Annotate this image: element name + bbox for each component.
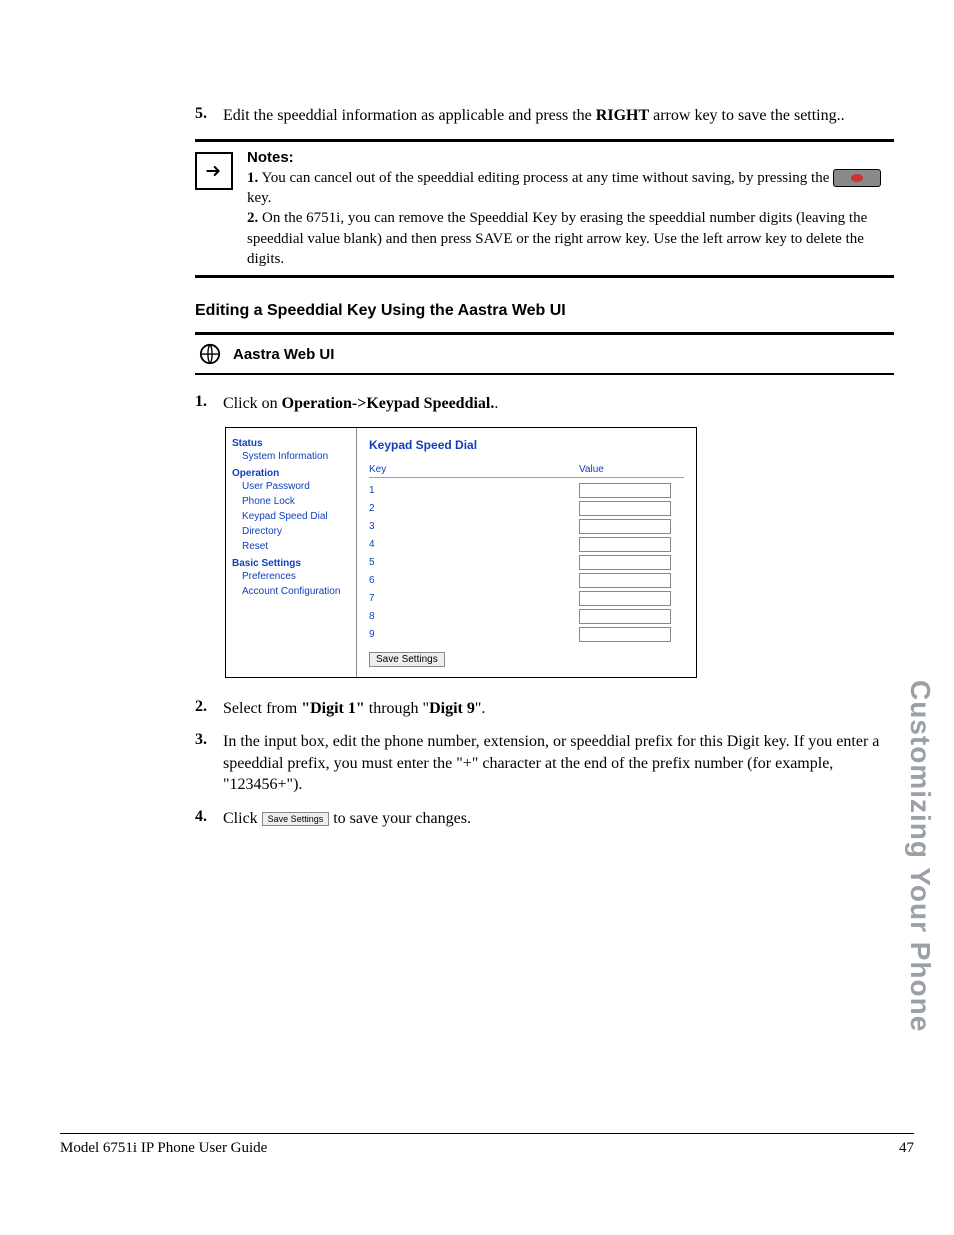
goodbye-key-icon	[833, 169, 881, 187]
sidebar-head-operation[interactable]: Operation	[232, 468, 352, 479]
step-text: In the input box, edit the phone number,…	[223, 731, 894, 796]
value-input[interactable]	[579, 555, 671, 570]
sidebar-head-basic[interactable]: Basic Settings	[232, 558, 352, 569]
table-row: 6	[369, 572, 684, 590]
table-row: 5	[369, 554, 684, 572]
value-input[interactable]	[579, 627, 671, 642]
page-number: 47	[899, 1140, 914, 1157]
ui-sidebar: Status System Information Operation User…	[226, 428, 357, 677]
value-input[interactable]	[579, 483, 671, 498]
sidebar-item[interactable]: Keypad Speed Dial	[242, 509, 352, 524]
step-3: 3. In the input box, edit the phone numb…	[195, 731, 894, 796]
table-row: 9	[369, 626, 684, 644]
col-key: Key	[369, 464, 579, 475]
footer-left: Model 6751i IP Phone User Guide	[60, 1140, 267, 1157]
ui-page-title: Keypad Speed Dial	[369, 438, 684, 452]
save-settings-button[interactable]: Save Settings	[369, 652, 445, 667]
ui-main: Keypad Speed Dial Key Value 1 2 3 4 5 6 …	[357, 428, 696, 677]
step-text: Select from "Digit 1" through "Digit 9".	[223, 698, 894, 720]
table-row: 3	[369, 518, 684, 536]
sidebar-item[interactable]: Phone Lock	[242, 494, 352, 509]
sidebar-item[interactable]: Preferences	[242, 569, 352, 584]
web-ui-bar: Aastra Web UI	[195, 332, 894, 375]
step-1: 1. Click on Operation->Keypad Speeddial.…	[195, 393, 894, 415]
value-input[interactable]	[579, 609, 671, 624]
value-input[interactable]	[579, 519, 671, 534]
table-row: 8	[369, 608, 684, 626]
sidebar-item[interactable]: User Password	[242, 479, 352, 494]
step-text: Click Save Settings to save your changes…	[223, 808, 894, 830]
table-row: 1	[369, 482, 684, 500]
web-ui-label: Aastra Web UI	[233, 346, 334, 363]
arrow-right-icon	[195, 152, 233, 190]
step-number: 3.	[195, 731, 223, 796]
chapter-tab: Customizing Your Phone	[904, 680, 936, 1032]
value-input[interactable]	[579, 537, 671, 552]
table-row: 2	[369, 500, 684, 518]
notes-block: Notes: 1. You can cancel out of the spee…	[195, 139, 894, 279]
step-number: 5.	[195, 105, 223, 127]
sidebar-item[interactable]: Directory	[242, 524, 352, 539]
sidebar-item[interactable]: Account Configuration	[242, 584, 352, 599]
globe-icon	[199, 343, 221, 365]
step-text: Edit the speeddial information as applic…	[223, 105, 894, 127]
step-number: 2.	[195, 698, 223, 720]
step-number: 4.	[195, 808, 223, 830]
value-input[interactable]	[579, 573, 671, 588]
web-ui-screenshot: Status System Information Operation User…	[225, 427, 697, 678]
notes-text: Notes: 1. You can cancel out of the spee…	[247, 148, 894, 270]
sidebar-item[interactable]: Reset	[242, 539, 352, 554]
col-value: Value	[579, 464, 684, 475]
section-heading: Editing a Speeddial Key Using the Aastra…	[195, 302, 894, 320]
ui-table-header: Key Value	[369, 464, 684, 478]
sidebar-head-status[interactable]: Status	[232, 438, 352, 449]
step-text: Click on Operation->Keypad Speeddial..	[223, 393, 894, 415]
page-footer: Model 6751i IP Phone User Guide 47	[60, 1133, 914, 1157]
step-2: 2. Select from "Digit 1" through "Digit …	[195, 698, 894, 720]
table-row: 7	[369, 590, 684, 608]
value-input[interactable]	[579, 591, 671, 606]
table-row: 4	[369, 536, 684, 554]
step-number: 1.	[195, 393, 223, 415]
save-settings-button-inline: Save Settings	[262, 812, 330, 826]
sidebar-item[interactable]: System Information	[242, 449, 352, 464]
step-5: 5. Edit the speeddial information as app…	[195, 105, 894, 127]
value-input[interactable]	[579, 501, 671, 516]
step-4: 4. Click Save Settings to save your chan…	[195, 808, 894, 830]
notes-heading: Notes:	[247, 149, 294, 166]
